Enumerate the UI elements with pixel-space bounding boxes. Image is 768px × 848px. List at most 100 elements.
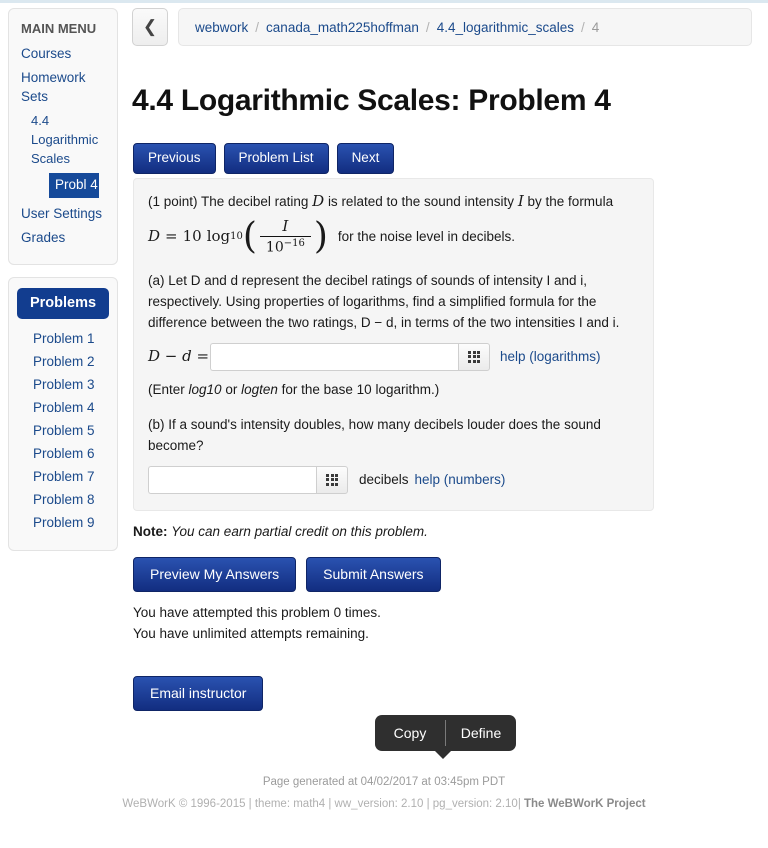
chevron-left-icon: ❮ (142, 17, 158, 36)
webwork-project-link: The WeBWorK Project (524, 798, 646, 810)
copy-menu-item[interactable]: Copy (375, 715, 445, 751)
formula-lhs: D (148, 227, 161, 246)
part-a-label: D − d = (148, 347, 210, 366)
part-a-hint: (Enter log10 or logten for the base 10 l… (148, 379, 639, 400)
keypad-grid-icon (326, 473, 338, 486)
part-a-help-link[interactable]: help (logarithms) (500, 346, 601, 367)
formula-log: log (206, 227, 231, 246)
intro-text-2: is related to the sound intensity (327, 194, 515, 209)
problem-link-2[interactable]: Problem 2 (9, 352, 117, 371)
previous-button[interactable]: Previous (133, 143, 216, 174)
part-b-keypad-button[interactable] (316, 465, 348, 494)
sidebar-item-grades[interactable]: Grades (9, 228, 117, 247)
attempts-info: You have attempted this problem 0 times.… (133, 602, 381, 644)
note-text: You can earn partial credit on this prob… (171, 524, 428, 539)
problem-link-4[interactable]: Problem 4 (9, 398, 117, 417)
breadcrumb-separator: / (581, 19, 585, 35)
context-menu-arrow-icon (434, 750, 452, 759)
preview-answers-button[interactable]: Preview My Answers (133, 557, 297, 592)
problems-panel: Problems Problem 1 Problem 2 Problem 3 P… (8, 277, 118, 551)
formula-tail: for the noise level in decibels. (337, 229, 516, 245)
hint-log10: log10 (188, 381, 222, 397)
footer: Page generated at 04/02/2017 at 03:45pm … (0, 776, 768, 810)
main-menu-panel: MAIN MENU Courses Homework Sets 4.4 Loga… (8, 8, 118, 265)
part-a-answer-field (210, 342, 490, 371)
sidebar-item-problem-4-active[interactable]: Probl 4 (49, 173, 99, 198)
part-b-answer-field (148, 465, 348, 494)
breadcrumb-item-course[interactable]: canada_math225hoffman (266, 20, 419, 35)
decibel-formula: D = 10 log 10 ( I 10−16 ) for the noise l… (148, 218, 639, 256)
intro-text-1: The decibel rating (201, 194, 309, 209)
fraction-denominator: 10−16 (259, 235, 311, 256)
credits-version-info: WeBWorK © 1996-2015 | theme: math4 | ww_… (122, 798, 524, 810)
intro-text-3: by the formula (527, 194, 614, 209)
part-a-input[interactable] (210, 342, 458, 371)
part-a-answer-row: D − d = help (logarithms) (148, 342, 639, 371)
define-menu-item[interactable]: Define (446, 715, 516, 751)
formula-log-base: 10 (230, 231, 243, 243)
hint-or: or (221, 381, 242, 397)
problem-link-7[interactable]: Problem 7 (9, 467, 117, 486)
right-paren: ) (313, 216, 328, 258)
page-generated-timestamp: Page generated at 04/02/2017 at 03:45pm … (262, 776, 506, 788)
part-a-keypad-button[interactable] (458, 342, 490, 371)
problem-link-1[interactable]: Problem 1 (9, 329, 117, 348)
formula-fraction: I 10−16 (259, 217, 311, 256)
partial-credit-note: Note: You can earn partial credit on thi… (133, 524, 428, 539)
part-a-text: (a) Let D and d represent the decibel ra… (148, 272, 620, 330)
sidebar-item-logarithmic-scales[interactable]: 4.4 Logarithmic Scales (9, 111, 117, 168)
page-root: MAIN MENU Courses Homework Sets 4.4 Loga… (0, 0, 768, 848)
hint-prefix: (Enter (148, 381, 189, 397)
problem-link-8[interactable]: Problem 8 (9, 490, 117, 509)
fraction-numerator: I (282, 217, 289, 235)
breadcrumb: webwork / canada_math225hoffman / 4.4_lo… (178, 8, 752, 46)
problem-link-9[interactable]: Problem 9 (9, 513, 117, 532)
back-button[interactable]: ❮ (132, 8, 168, 46)
keypad-grid-icon (468, 350, 480, 363)
denominator-base: 10 (265, 239, 284, 256)
problem-link-6[interactable]: Problem 6 (9, 444, 117, 463)
part-b-input[interactable] (148, 465, 316, 494)
sidebar-item-user-settings[interactable]: User Settings (9, 204, 117, 223)
sidebar-item-homework-sets[interactable]: Homework Sets (9, 68, 117, 106)
attempts-remaining: You have unlimited attempts remaining. (133, 626, 369, 641)
problem-nav-buttons: Previous Problem List Next (133, 143, 395, 174)
var-D: D (312, 192, 325, 210)
left-paren: ( (242, 216, 257, 258)
main-menu-title: MAIN MENU (21, 21, 97, 36)
attempts-count: You have attempted this problem 0 times. (133, 605, 381, 620)
hint-logten: logten (241, 381, 278, 397)
breadcrumb-item-set[interactable]: 4.4_logarithmic_scales (437, 20, 574, 35)
next-button[interactable]: Next (336, 143, 395, 174)
denominator-exponent: −16 (283, 237, 305, 249)
page-title: 4.4 Logarithmic Scales: Problem 4 (132, 84, 611, 117)
breadcrumb-separator: / (255, 19, 260, 35)
hint-suffix: for the base 10 logarithm.) (277, 381, 440, 397)
problem-intro: (1 point) The decibel rating D is relate… (148, 191, 639, 212)
part-b-unit-label: decibels (359, 472, 409, 488)
breadcrumb-separator: / (425, 19, 430, 35)
top-accent-strip (0, 0, 768, 3)
problems-header-button[interactable]: Problems (17, 288, 109, 319)
footer-credits: WeBWorK © 1996-2015 | theme: math4 | ww_… (0, 798, 768, 810)
formula-coefficient: 10 (182, 227, 202, 246)
problem-list-button[interactable]: Problem List (223, 143, 329, 174)
submit-answers-button[interactable]: Submit Answers (306, 557, 441, 592)
var-I: I (517, 192, 524, 210)
email-instructor-button[interactable]: Email instructor (133, 676, 264, 711)
problem-link-5[interactable]: Problem 5 (9, 421, 117, 440)
sidebar-item-courses[interactable]: Courses (9, 44, 117, 63)
points-label: (1 point) (148, 194, 198, 209)
sidebar: MAIN MENU Courses Homework Sets 4.4 Loga… (8, 8, 118, 563)
formula-equals: = (165, 227, 178, 246)
problem-link-3[interactable]: Problem 3 (9, 375, 117, 394)
breadcrumb-item-webwork[interactable]: webwork (195, 20, 248, 35)
note-label: Note: (133, 524, 168, 539)
part-b-text: (b) If a sound's intensity doubles, how … (148, 416, 601, 453)
problem-body: (1 point) The decibel rating D is relate… (133, 178, 654, 511)
part-b-help-link[interactable]: help (numbers) (415, 469, 506, 490)
part-b-answer-row: decibels help (numbers) (148, 465, 639, 494)
answer-action-buttons: Preview My Answers Submit Answers (133, 557, 441, 592)
breadcrumb-item-current: 4 (591, 19, 600, 35)
text-selection-context-menu: Copy Define (375, 715, 516, 751)
